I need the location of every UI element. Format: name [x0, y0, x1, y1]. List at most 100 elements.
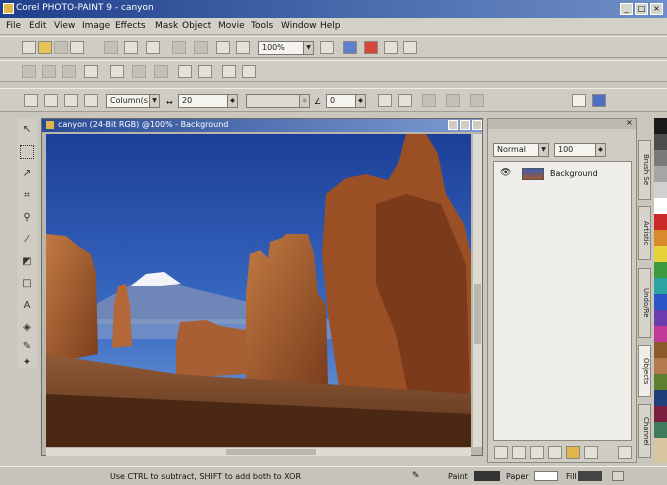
vertical-scrollbar[interactable]: [473, 134, 482, 447]
image-canvas[interactable]: [46, 134, 471, 447]
minimize-button[interactable]: _: [620, 3, 633, 15]
doc-close-button[interactable]: [472, 120, 482, 130]
color-swatch[interactable]: [654, 278, 667, 294]
paste-icon[interactable]: [146, 41, 160, 54]
info-icon[interactable]: [343, 41, 357, 54]
color-swatch[interactable]: [654, 422, 667, 438]
combine-icon[interactable]: [530, 446, 544, 459]
menu-image[interactable]: Image: [82, 21, 110, 31]
color-swatch[interactable]: [654, 214, 667, 230]
paint-tool-icon[interactable]: ✎: [20, 340, 34, 354]
color-swatch[interactable]: [654, 374, 667, 390]
mask-tool-1-icon[interactable]: [22, 65, 36, 78]
color-swatch[interactable]: [654, 118, 667, 134]
launcher-icon[interactable]: [384, 41, 398, 54]
color-swatch[interactable]: [654, 150, 667, 166]
eraser-tool-icon[interactable]: ◩: [20, 255, 34, 269]
mask-transform-tool-icon[interactable]: ↗: [20, 167, 34, 181]
color-swatch[interactable]: [654, 198, 667, 214]
menu-window[interactable]: Window: [281, 21, 317, 31]
color-swatch[interactable]: [654, 310, 667, 326]
menu-effects[interactable]: Effects: [115, 21, 146, 31]
color-swatch[interactable]: [654, 406, 667, 422]
transparency-spinner[interactable]: 0 ◆: [326, 94, 366, 108]
mode-combo[interactable]: Column(s) ▼: [106, 94, 160, 108]
mask-tool-7-icon[interactable]: [154, 65, 168, 78]
fill-color-swatch[interactable]: [578, 471, 602, 481]
mask-tool-2-icon[interactable]: [42, 65, 56, 78]
doc-minimize-button[interactable]: [448, 120, 458, 130]
tab-channels[interactable]: Channel: [638, 404, 651, 458]
properties-icon[interactable]: [566, 446, 580, 459]
color-swatch[interactable]: [654, 134, 667, 150]
text-tool-icon[interactable]: A: [20, 299, 34, 313]
effect-tool-icon[interactable]: ✦: [20, 356, 34, 370]
option3-icon[interactable]: [470, 94, 484, 107]
import-icon[interactable]: [216, 41, 230, 54]
doc-maximize-button[interactable]: [460, 120, 470, 130]
mask-tool-3-icon[interactable]: [62, 65, 76, 78]
mask-icon[interactable]: [584, 446, 598, 459]
trash-icon[interactable]: [618, 446, 632, 459]
crop-tool-icon[interactable]: ⌗: [20, 189, 34, 203]
tab-objects[interactable]: Objects: [638, 345, 651, 397]
rectangle-tool-icon[interactable]: □: [20, 277, 34, 291]
corel-icon[interactable]: [364, 41, 378, 54]
zoom-tool-icon[interactable]: ⚲: [20, 211, 34, 225]
mask-tool-5-icon[interactable]: [110, 65, 124, 78]
mask-tool-9-icon[interactable]: [198, 65, 212, 78]
mask-mode-normal-icon[interactable]: [24, 94, 38, 107]
antialias-icon[interactable]: [378, 94, 392, 107]
feather-icon[interactable]: [398, 94, 412, 107]
vertical-scroll-thumb[interactable]: [474, 284, 481, 344]
color-swatch[interactable]: [654, 326, 667, 342]
paint-color-swatch[interactable]: [474, 471, 500, 481]
width-spinner[interactable]: 20 ◆: [178, 94, 238, 108]
lock-icon[interactable]: [548, 446, 562, 459]
tab-brush-settings[interactable]: Brush Se: [638, 140, 651, 200]
undo-icon[interactable]: [172, 41, 186, 54]
fit-icon[interactable]: [320, 41, 334, 54]
color-swatch[interactable]: [654, 230, 667, 246]
fill-tool-icon[interactable]: ◈: [20, 321, 34, 335]
cut-icon[interactable]: [104, 41, 118, 54]
color-swatch[interactable]: [654, 390, 667, 406]
fill-options-icon[interactable]: [612, 471, 624, 481]
color-swatch[interactable]: [654, 166, 667, 182]
color-swatch[interactable]: [654, 246, 667, 262]
height-spinner[interactable]: ◆: [246, 94, 310, 108]
menu-edit[interactable]: Edit: [29, 21, 46, 31]
copy-icon[interactable]: [124, 41, 138, 54]
tab-artistic[interactable]: Artistic: [638, 206, 651, 260]
print-icon[interactable]: [70, 41, 84, 54]
save-icon[interactable]: [54, 41, 68, 54]
mask-tool-8-icon[interactable]: [178, 65, 192, 78]
tab-undo-redo[interactable]: Undo/Re: [638, 268, 651, 338]
color-swatch[interactable]: [654, 262, 667, 278]
menu-movie[interactable]: Movie: [218, 21, 245, 31]
opacity-spinner[interactable]: 100 ◆: [554, 143, 606, 157]
menu-view[interactable]: View: [54, 21, 75, 31]
menu-mask[interactable]: Mask: [155, 21, 178, 31]
new-object-icon[interactable]: [494, 446, 508, 459]
color-swatch[interactable]: [654, 438, 667, 463]
horizontal-scroll-thumb[interactable]: [226, 449, 316, 455]
pick-tool-icon[interactable]: ↖: [20, 123, 34, 137]
paper-color-swatch[interactable]: [534, 471, 558, 481]
tool-settings-icon[interactable]: [572, 94, 586, 107]
redo-icon[interactable]: [194, 41, 208, 54]
eyedropper-tool-icon[interactable]: ⁄: [20, 233, 34, 247]
eye-icon[interactable]: 👁: [500, 168, 511, 178]
help-icon[interactable]: [403, 41, 417, 54]
horizontal-scrollbar[interactable]: [46, 448, 471, 456]
close-button[interactable]: ×: [650, 3, 663, 15]
option-icon[interactable]: [422, 94, 436, 107]
mask-tool-11-icon[interactable]: [242, 65, 256, 78]
mask-mode-xor-icon[interactable]: [84, 94, 98, 107]
new-icon[interactable]: [22, 41, 36, 54]
mask-tool-6-icon[interactable]: [132, 65, 146, 78]
rectangle-mask-tool-icon[interactable]: [20, 145, 34, 159]
tool-roll-up-icon[interactable]: [592, 94, 606, 107]
export-icon[interactable]: [236, 41, 250, 54]
color-swatch[interactable]: [654, 294, 667, 310]
